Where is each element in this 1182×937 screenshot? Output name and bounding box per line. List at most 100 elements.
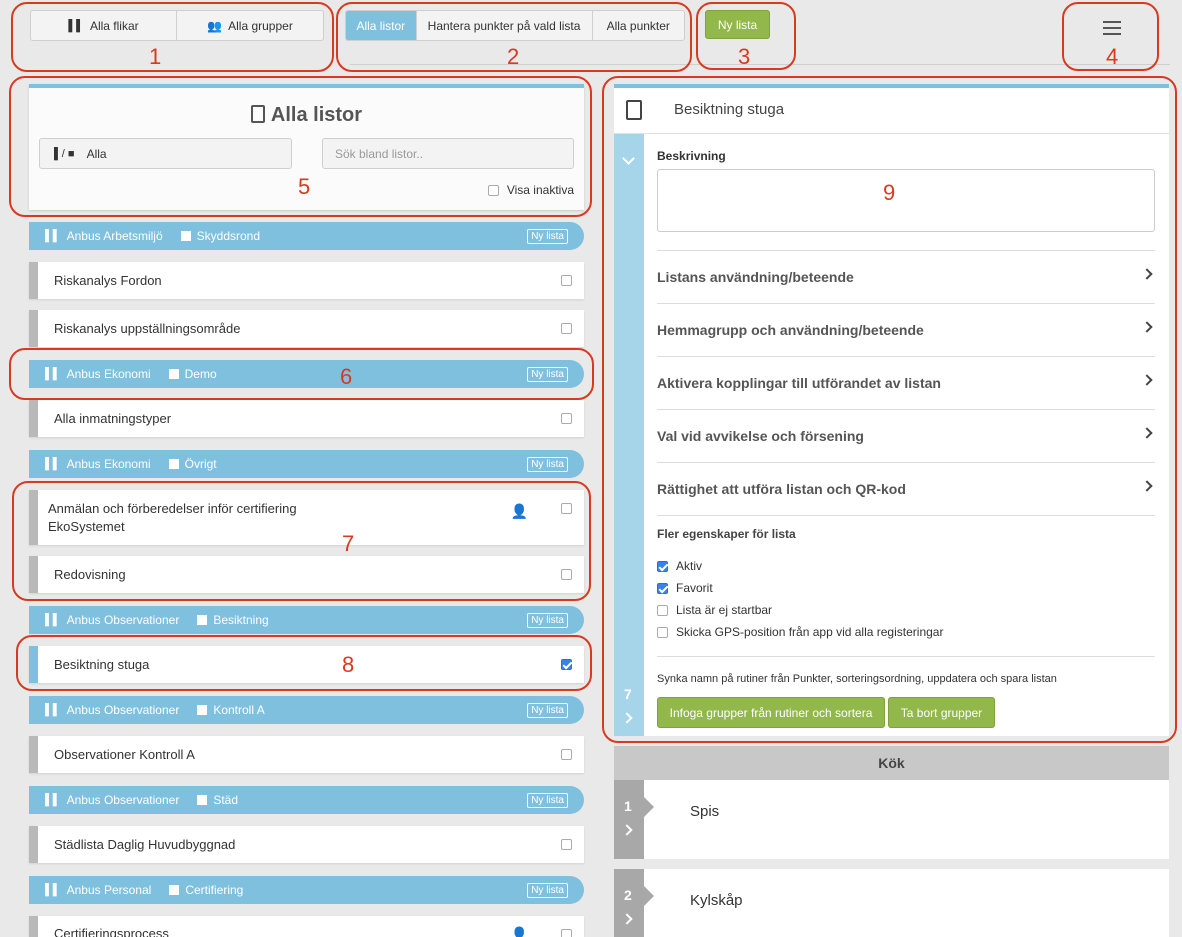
list-checkbox[interactable] [561,929,572,937]
list-checkbox[interactable] [561,323,572,334]
group-header[interactable]: ▌▌ Anbus Arbetsmiljö Skyddsrond Ny lista [29,222,584,250]
chevron-right-icon [1141,321,1153,333]
chevron-right-icon [1141,268,1153,280]
list-item[interactable]: Städlista Daglig Huvudbyggnad [29,826,584,863]
section-home-group[interactable]: Hemmagrupp och användning/beteende [657,303,1155,356]
group-header[interactable]: ▌▌ Anbus Observationer Kontroll A Ny lis… [29,696,584,724]
active-checkbox[interactable] [657,560,668,572]
detail-side-strip: 7 [614,134,644,736]
list-checkbox[interactable] [561,749,572,760]
section-header: Kök [614,746,1169,780]
search-input[interactable]: Sök bland listor.. [322,138,574,169]
section-connections[interactable]: Aktivera kopplingar till utförandet av l… [657,356,1155,409]
not-startable-checkbox[interactable] [657,604,668,616]
all-tabs-button[interactable]: ▌▌ Alla flikar [31,11,177,40]
bookmark-icon: ▌▌ [68,19,84,32]
new-list-badge[interactable]: Ny lista [527,883,568,898]
group-header[interactable]: ▌▌ Anbus Observationer Städ Ny lista [29,786,584,814]
group-square-icon [168,369,179,379]
annotation-number: 4 [1106,44,1119,69]
detail-header: Besiktning stuga [614,88,1169,134]
users-icon: 👥 [207,18,223,33]
group-header[interactable]: ▌▌ Anbus Ekonomi Övrigt Ny lista [29,450,584,478]
annotation-number: 5 [298,174,311,199]
list-item[interactable]: Riskanalys Fordon [29,262,584,299]
description-textarea[interactable] [657,169,1155,232]
bookmark-icon: ▌▌ [45,368,61,380]
prop-gps[interactable]: Skicka GPS-position från app vid alla re… [657,625,943,639]
remove-groups-button[interactable]: Ta bort grupper [888,697,995,728]
chevron-right-icon [1141,374,1153,386]
section-usage[interactable]: Listans användning/beteende [657,250,1155,303]
prop-active[interactable]: Aktiv [657,559,702,573]
annotation-number: 2 [507,44,520,69]
more-props-label: Fler egenskaper för lista [657,527,796,541]
menu-icon[interactable] [1103,21,1121,35]
list-checkbox[interactable] [561,839,572,850]
section-divider [657,515,1155,516]
bookmark-icon: ▌▌ [45,458,61,470]
chevron-right-icon[interactable] [621,913,633,925]
step-name: Spis [690,803,720,820]
list-checkbox-checked[interactable] [561,659,572,670]
group-header[interactable]: ▌▌ Anbus Ekonomi Demo Ny lista [29,360,584,388]
step-card[interactable]: 2 Kylskåp [614,869,1169,937]
list-item[interactable]: Anmälan och förberedelser inför certifie… [29,490,584,545]
group-header[interactable]: ▌▌ Anbus Personal Certifiering Ny lista [29,876,584,904]
new-list-badge[interactable]: Ny lista [527,703,568,718]
annotation-number: 7 [342,531,355,556]
list-item[interactable]: Alla inmatningstyper [29,400,584,437]
show-inactive-checkbox[interactable] [487,184,499,196]
list-item[interactable]: Observationer Kontroll A [29,736,584,773]
new-list-badge[interactable]: Ny lista [527,367,568,382]
toolbar-divider [350,64,1170,65]
scope-select[interactable]: ▌/ ■ Alla [39,138,292,169]
group-square-icon [197,705,208,715]
list-checkbox[interactable] [561,569,572,580]
bookmark-icon: ▌▌ [45,230,61,242]
list-item-selected[interactable]: Besiktning stuga [29,646,584,683]
group-square-icon [180,231,191,241]
list-checkbox[interactable] [561,413,572,424]
new-list-badge[interactable]: Ny lista [527,229,568,244]
chevron-right-icon [1141,480,1153,492]
seg-all-points[interactable]: Alla punkter [593,11,684,40]
list-checkbox[interactable] [561,275,572,286]
insert-groups-button[interactable]: Infoga grupper från rutiner och sortera [657,697,885,728]
new-list-button[interactable]: Ny lista [705,10,770,39]
tab-group-filter: ▌▌ Alla flikar 👥 Alla grupper [30,10,324,41]
section-permissions[interactable]: Rättighet att utföra listan och QR-kod [657,462,1155,515]
step-name: Kylskåp [690,892,743,909]
chevron-down-icon[interactable] [622,152,635,165]
prop-not-startable[interactable]: Lista är ej startbar [657,603,772,617]
new-list-badge[interactable]: Ny lista [527,613,568,628]
gps-checkbox[interactable] [657,626,668,638]
clipboard-icon [250,105,265,123]
list-item[interactable]: Certifieringsprocess 👤 [29,916,584,937]
chevron-right-icon [1141,427,1153,439]
list-item[interactable]: Redovisning [29,556,584,593]
favorite-checkbox[interactable] [657,582,668,594]
seg-manage-points[interactable]: Hantera punkter på vald lista [417,11,593,40]
chevron-right-icon[interactable] [621,712,633,724]
group-header[interactable]: ▌▌ Anbus Observationer Besiktning Ny lis… [29,606,584,634]
step-card[interactable]: 1 Spis [614,780,1169,859]
chevron-right-icon[interactable] [621,824,633,836]
sync-text: Synka namn på rutiner från Punkter, sort… [657,673,1057,685]
prop-favorite[interactable]: Favorit [657,581,713,595]
view-segment: Alla listor Hantera punkter på vald list… [345,10,685,41]
new-list-badge[interactable]: Ny lista [527,793,568,808]
show-inactive-toggle[interactable]: Visa inaktiva [487,183,574,197]
new-list-badge[interactable]: Ny lista [527,457,568,472]
step-arrow [644,797,654,817]
annotation-number: 8 [342,652,355,677]
bookmark-icon: ▌▌ [45,704,61,716]
group-square-icon [169,885,180,895]
section-deviation[interactable]: Val vid avvikelse och försening [657,409,1155,462]
all-groups-button[interactable]: 👥 Alla grupper [177,11,323,40]
seg-all-lists[interactable]: Alla listor [346,11,417,40]
bookmark-square-icon: ▌/ ■ [54,147,75,160]
props-divider [657,656,1155,657]
list-item[interactable]: Riskanalys uppställningsområde [29,310,584,347]
list-checkbox[interactable] [561,503,572,514]
